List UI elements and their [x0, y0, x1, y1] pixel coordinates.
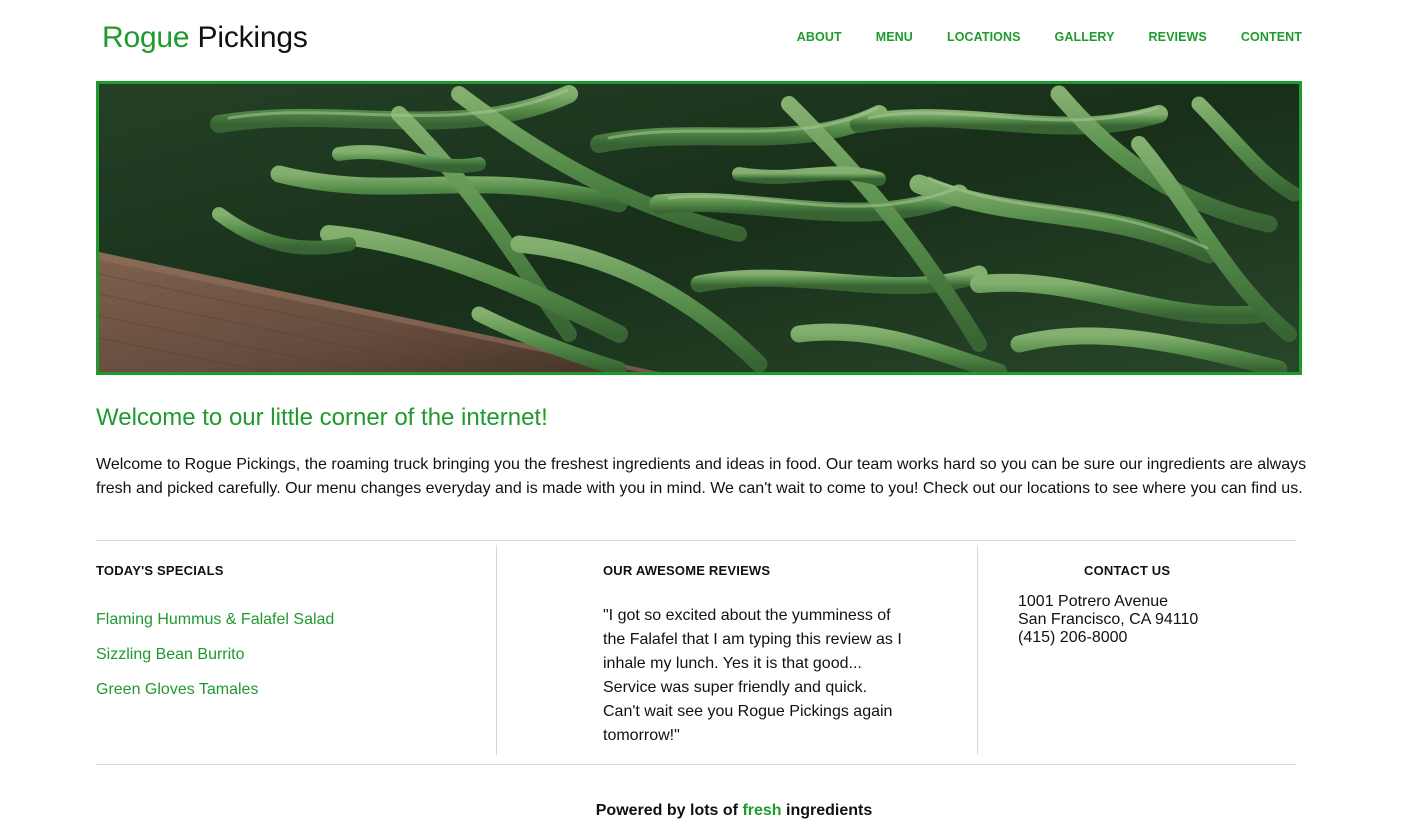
footer-text-before: Powered by lots of	[595, 802, 743, 819]
welcome-heading: Welcome to our little corner of the inte…	[96, 404, 548, 431]
section-divider-top	[96, 540, 1296, 541]
brand-name-second: Pickings	[197, 21, 308, 54]
special-item[interactable]: Green Gloves Tamales	[96, 679, 334, 701]
footer-text-after: ingredients	[781, 802, 873, 819]
contact-heading: CONTACT US	[1084, 563, 1171, 578]
contact-phone[interactable]: (415) 206-8000	[1018, 629, 1198, 647]
nav-locations[interactable]: LOCATIONS	[947, 29, 1021, 45]
hero-image	[96, 81, 1302, 375]
footer-text-highlight: fresh	[742, 802, 782, 819]
welcome-paragraph: Welcome to Rogue Pickings, the roaming t…	[96, 456, 1307, 497]
nav-reviews[interactable]: REVIEWS	[1149, 29, 1207, 45]
special-item[interactable]: Flaming Hummus & Falafel Salad	[96, 609, 334, 631]
brand-name-first: Rogue	[102, 21, 190, 54]
contact-address-line1: 1001 Potrero Avenue	[1018, 593, 1169, 610]
column-divider-left	[496, 545, 497, 755]
nav-gallery[interactable]: GALLERY	[1055, 29, 1115, 45]
contact-details: 1001 Potrero Avenue San Francisco, CA 94…	[1018, 593, 1198, 647]
nav-menu[interactable]: MENU	[876, 29, 913, 45]
green-beans-photo	[99, 84, 1299, 372]
nav-about[interactable]: ABOUT	[797, 29, 842, 45]
special-item[interactable]: Sizzling Bean Burrito	[96, 644, 334, 666]
site-logo[interactable]: Rogue Pickings	[102, 20, 308, 56]
column-divider-right	[977, 545, 978, 755]
main-nav: ABOUT MENU LOCATIONS GALLERY REVIEWS CON…	[797, 29, 1302, 45]
specials-heading: TODAY'S SPECIALS	[96, 563, 224, 578]
nav-content[interactable]: CONTENT	[1241, 29, 1302, 45]
reviews-heading: OUR AWESOME REVIEWS	[603, 563, 771, 578]
footer-tagline: Powered by lots of fresh ingredients	[0, 801, 1424, 821]
specials-list: Flaming Hummus & Falafel Salad Sizzling …	[96, 609, 334, 714]
contact-address-line2: San Francisco, CA 94110	[1018, 611, 1199, 628]
review-quote: "I got so excited about the yumminess of…	[603, 607, 902, 744]
section-divider-bottom	[96, 764, 1296, 765]
